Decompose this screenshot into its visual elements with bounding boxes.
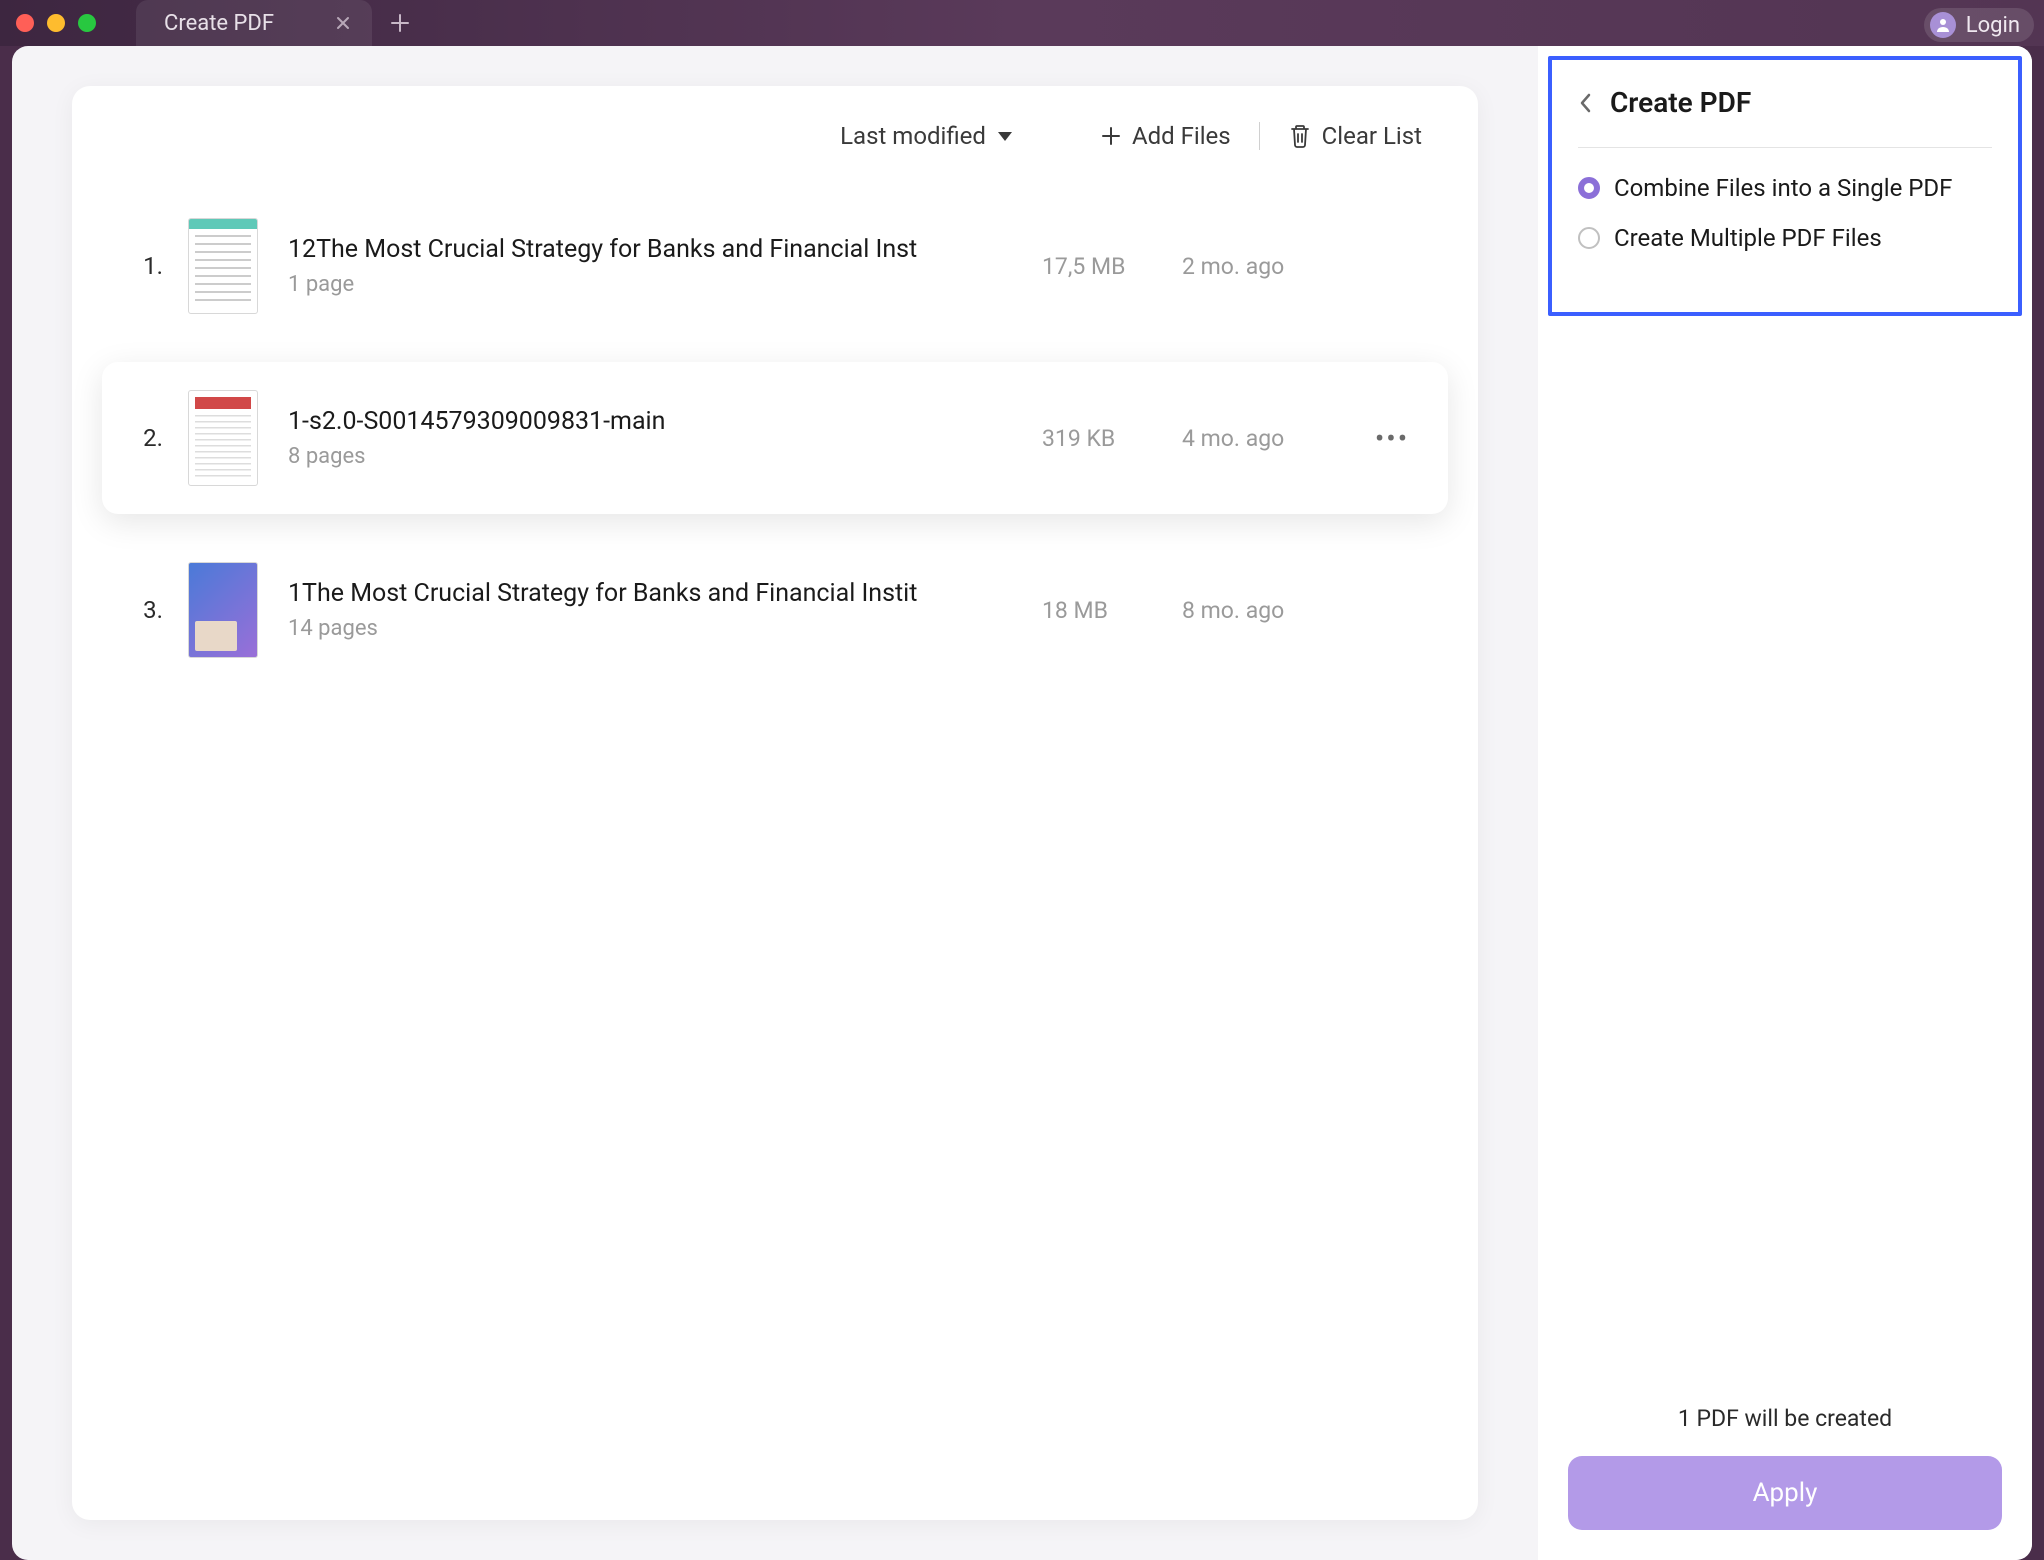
file-date: 2 mo. ago	[1182, 253, 1362, 280]
file-pages: 8 pages	[288, 444, 1042, 469]
caret-down-icon	[998, 132, 1012, 141]
side-header: Create PDF	[1578, 86, 1992, 148]
workspace: Last modified Add Files Clear List	[12, 46, 2032, 1560]
side-title: Create PDF	[1610, 86, 1751, 119]
side-panel: Create PDF Combine Files into a Single P…	[1538, 46, 2032, 1560]
minimize-window-button[interactable]	[47, 14, 65, 32]
trash-icon	[1288, 123, 1312, 149]
file-row[interactable]: 2. 1-s2.0-S0014579309009831-main 8 pages…	[102, 362, 1448, 514]
sort-label: Last modified	[840, 122, 986, 150]
tab-create-pdf[interactable]: Create PDF	[136, 0, 372, 46]
file-size: 319 KB	[1042, 425, 1182, 452]
file-meta: 12The Most Crucial Strategy for Banks an…	[288, 235, 1042, 297]
file-meta: 1-s2.0-S0014579309009831-main 8 pages	[288, 407, 1042, 469]
tab-title: Create PDF	[164, 11, 274, 36]
apply-button[interactable]: Apply	[1568, 1456, 2002, 1530]
file-pages: 1 page	[288, 272, 1042, 297]
toolbar-separator	[1259, 122, 1260, 150]
toolbar: Last modified Add Files Clear List	[102, 122, 1448, 170]
chevron-left-icon	[1578, 91, 1594, 115]
maximize-window-button[interactable]	[78, 14, 96, 32]
file-date: 4 mo. ago	[1182, 425, 1362, 452]
file-size: 17,5 MB	[1042, 253, 1182, 280]
option-multiple[interactable]: Create Multiple PDF Files	[1578, 224, 1992, 252]
file-thumbnail	[188, 562, 258, 658]
side-status: 1 PDF will be created	[1678, 1405, 1892, 1432]
option-combine-label: Combine Files into a Single PDF	[1614, 174, 1952, 202]
file-name: 12The Most Crucial Strategy for Banks an…	[288, 235, 1042, 264]
login-label: Login	[1966, 13, 2020, 38]
file-pages: 14 pages	[288, 616, 1042, 641]
main-panel: Last modified Add Files Clear List	[12, 46, 1538, 1560]
file-thumbnail	[188, 390, 258, 486]
row-index: 1.	[128, 252, 178, 280]
row-menu-button[interactable]: •••	[1362, 422, 1422, 455]
file-size: 18 MB	[1042, 597, 1182, 624]
close-tab-button[interactable]	[334, 14, 352, 32]
avatar-icon	[1930, 12, 1956, 38]
option-combine[interactable]: Combine Files into a Single PDF	[1578, 174, 1992, 202]
clear-list-button[interactable]: Clear List	[1288, 122, 1422, 150]
add-files-button[interactable]: Add Files	[1100, 122, 1231, 150]
row-index: 3.	[128, 596, 178, 624]
file-thumbnail	[188, 218, 258, 314]
file-list: 1. 12The Most Crucial Strategy for Banks…	[102, 170, 1448, 686]
option-multiple-label: Create Multiple PDF Files	[1614, 224, 1882, 252]
side-options: Combine Files into a Single PDF Create M…	[1578, 174, 1992, 252]
back-button[interactable]	[1578, 91, 1594, 115]
apply-label: Apply	[1753, 1478, 1818, 1508]
file-name: 1The Most Crucial Strategy for Banks and…	[288, 579, 1042, 608]
clear-list-label: Clear List	[1322, 122, 1422, 150]
side-panel-highlighted: Create PDF Combine Files into a Single P…	[1548, 56, 2022, 316]
radio-icon	[1578, 227, 1600, 249]
file-row[interactable]: 3. 1The Most Crucial Strategy for Banks …	[102, 534, 1448, 686]
window-titlebar: Create PDF Login	[0, 0, 2044, 46]
radio-icon	[1578, 177, 1600, 199]
file-date: 8 mo. ago	[1182, 597, 1362, 624]
sort-dropdown[interactable]: Last modified	[840, 122, 1012, 150]
side-footer: 1 PDF will be created Apply	[1538, 1381, 2032, 1560]
file-name: 1-s2.0-S0014579309009831-main	[288, 407, 1042, 436]
row-index: 2.	[128, 424, 178, 452]
close-window-button[interactable]	[16, 14, 34, 32]
traffic-lights	[16, 14, 96, 32]
file-meta: 1The Most Crucial Strategy for Banks and…	[288, 579, 1042, 641]
file-list-card: Last modified Add Files Clear List	[72, 86, 1478, 1520]
login-button[interactable]: Login	[1924, 8, 2034, 42]
add-tab-button[interactable]	[390, 13, 410, 33]
file-row[interactable]: 1. 12The Most Crucial Strategy for Banks…	[102, 190, 1448, 342]
add-files-label: Add Files	[1132, 122, 1231, 150]
plus-icon	[1100, 125, 1122, 147]
